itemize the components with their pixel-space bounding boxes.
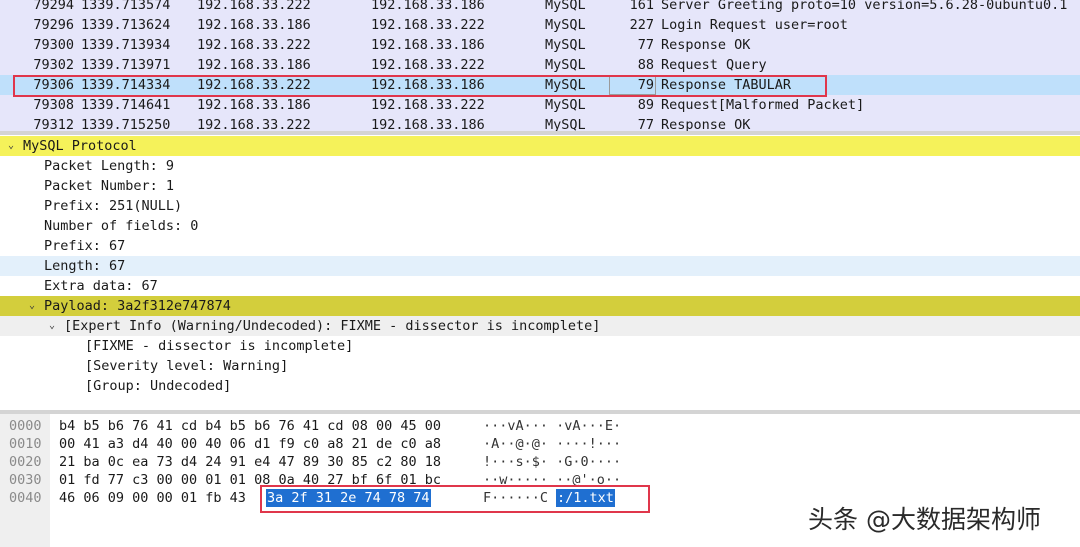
packet-protocol: MySQL: [545, 0, 586, 13]
tree-item[interactable]: [FIXME - dissector is incomplete]: [0, 336, 1080, 356]
tree-item-label: Packet Length: 9: [44, 158, 175, 174]
packet-number: 79302: [33, 57, 74, 73]
chevron-down-icon[interactable]: ⌄: [46, 316, 58, 336]
packet-number: 79300: [33, 37, 74, 53]
hex-bytes[interactable]: b4 b5 b6 76 41 cd b4 b5 b6 76 41 cd 08 0…: [59, 417, 441, 435]
hex-bytes[interactable]: 46 06 09 00 00 01 fb 43: [59, 489, 246, 507]
watermark: 头条 @大数据架构师: [808, 505, 1041, 534]
packet-info: Response OK: [661, 117, 751, 131]
tree-item-label: [Severity level: Warning]: [85, 358, 289, 374]
hex-row[interactable]: 0020 21 ba 0c ea 73 d4 24 91 e4 47 89 30…: [0, 453, 1080, 471]
tree-item[interactable]: Prefix: 251(NULL): [0, 196, 1080, 216]
packet-destination: 192.168.33.222: [371, 97, 485, 113]
packet-source: 192.168.33.186: [197, 17, 311, 33]
packet-number: 79296: [33, 17, 74, 33]
hex-ascii[interactable]: !···s·$· ·G·0····: [483, 453, 621, 471]
packet-source: 192.168.33.222: [197, 117, 311, 131]
packet-time: 1339.713934: [81, 37, 171, 53]
hex-row[interactable]: 0000 b4 b5 b6 76 41 cd b4 b5 b6 76 41 cd…: [0, 417, 1080, 435]
packet-length: 227: [629, 17, 654, 33]
packet-destination: 192.168.33.222: [371, 57, 485, 73]
tree-item-label: Prefix: 251(NULL): [44, 198, 183, 214]
tree-item-label: [Group: Undecoded]: [85, 378, 232, 394]
tree-item-label: Length: 67: [44, 258, 126, 274]
tree-item-payload[interactable]: ⌄ Payload: 3a2f312e747874: [0, 296, 1080, 316]
hex-ascii[interactable]: ·A··@·@· ····!···: [483, 435, 621, 453]
tree-item-label: Extra data: 67: [44, 278, 158, 294]
tree-item-mysql-protocol[interactable]: ⌄ MySQL Protocol: [0, 136, 1080, 156]
packet-row[interactable]: 79308 1339.714641 192.168.33.186 192.168…: [0, 95, 1080, 115]
hex-offset: 0010: [9, 436, 42, 452]
hex-offset: 0020: [9, 454, 42, 470]
chevron-down-icon[interactable]: ⌄: [26, 296, 38, 316]
packet-number: 79312: [33, 117, 74, 131]
hex-bytes[interactable]: 00 41 a3 d4 40 00 40 06 d1 f9 c0 a8 21 d…: [59, 435, 441, 453]
hex-bytes[interactable]: 21 ba 0c ea 73 d4 24 91 e4 47 89 30 85 c…: [59, 453, 441, 471]
packet-details-tree[interactable]: ⌄ MySQL Protocol Packet Length: 9 Packet…: [0, 135, 1080, 410]
packet-row[interactable]: 79296 1339.713624 192.168.33.186 192.168…: [0, 15, 1080, 35]
chevron-down-icon[interactable]: ⌄: [5, 136, 17, 156]
hex-offset: 0040: [9, 490, 42, 506]
packet-number: 79294: [33, 0, 74, 13]
packet-length: 77: [637, 37, 654, 53]
packet-number: 79308: [33, 97, 74, 113]
hex-ascii[interactable]: ···vA··· ·vA···E·: [483, 417, 621, 435]
packet-destination: 192.168.33.186: [371, 37, 485, 53]
packet-source: 192.168.33.186: [197, 97, 311, 113]
packet-destination: 192.168.33.222: [371, 17, 485, 33]
tree-item-label: [Expert Info (Warning/Undecoded): FIXME …: [64, 318, 601, 334]
packet-protocol: MySQL: [545, 57, 586, 73]
packet-length: 161: [629, 0, 654, 13]
packet-source: 192.168.33.222: [197, 0, 311, 13]
packet-length: 77: [637, 117, 654, 131]
packet-protocol: MySQL: [545, 117, 586, 131]
packet-source: 192.168.33.186: [197, 57, 311, 73]
packet-length: 89: [637, 97, 654, 113]
packet-time: 1339.713624: [81, 17, 171, 33]
tree-item[interactable]: Number of fields: 0: [0, 216, 1080, 236]
packet-protocol: MySQL: [545, 97, 586, 113]
packet-protocol: MySQL: [545, 17, 586, 33]
packet-protocol: MySQL: [545, 37, 586, 53]
packet-info: Server Greeting proto=10 version=5.6.28-…: [661, 0, 1068, 13]
packet-info: Request[Malformed Packet]: [661, 97, 865, 113]
tree-item-label: Number of fields: 0: [44, 218, 199, 234]
packet-row[interactable]: 79302 1339.713971 192.168.33.186 192.168…: [0, 55, 1080, 75]
tree-item-expert-info[interactable]: ⌄ [Expert Info (Warning/Undecoded): FIXM…: [0, 316, 1080, 336]
tree-item[interactable]: Extra data: 67: [0, 276, 1080, 296]
packet-time: 1339.713971: [81, 57, 171, 73]
packet-info: Response OK: [661, 37, 751, 53]
tree-item-label: Prefix: 67: [44, 238, 126, 254]
tree-item[interactable]: Packet Number: 1: [0, 176, 1080, 196]
packet-info: Login Request user=root: [661, 17, 848, 33]
tree-item-label: Payload: 3a2f312e747874: [44, 298, 231, 314]
packet-row[interactable]: 79294 1339.713574 192.168.33.222 192.168…: [0, 0, 1080, 15]
hex-offset: 0030: [9, 472, 42, 488]
packet-time: 1339.714641: [81, 97, 171, 113]
hex-offset: 0000: [9, 418, 42, 434]
tree-item[interactable]: [Group: Undecoded]: [0, 376, 1080, 396]
packet-destination: 192.168.33.186: [371, 117, 485, 131]
tree-item[interactable]: Length: 67: [0, 256, 1080, 276]
tree-item-label: MySQL Protocol: [23, 138, 137, 154]
packet-info: Request Query: [661, 57, 767, 73]
packet-time: 1339.715250: [81, 117, 171, 131]
tree-item-label: Packet Number: 1: [44, 178, 175, 194]
packet-destination: 192.168.33.186: [371, 0, 485, 13]
packet-list[interactable]: 79294 1339.713574 192.168.33.222 192.168…: [0, 0, 1080, 131]
packet-source: 192.168.33.222: [197, 37, 311, 53]
hex-row[interactable]: 0010 00 41 a3 d4 40 00 40 06 d1 f9 c0 a8…: [0, 435, 1080, 453]
packet-row[interactable]: 79312 1339.715250 192.168.33.222 192.168…: [0, 115, 1080, 131]
packet-row[interactable]: 79300 1339.713934 192.168.33.222 192.168…: [0, 35, 1080, 55]
tree-item[interactable]: Prefix: 67: [0, 236, 1080, 256]
tree-item[interactable]: Packet Length: 9: [0, 156, 1080, 176]
annotation-box-selected-packet: [13, 75, 827, 97]
packet-time: 1339.713574: [81, 0, 171, 13]
tree-item[interactable]: [Severity level: Warning]: [0, 356, 1080, 376]
packet-length: 88: [637, 57, 654, 73]
tree-item-label: [FIXME - dissector is incomplete]: [85, 338, 354, 354]
annotation-box-payload-bytes: [260, 485, 650, 513]
